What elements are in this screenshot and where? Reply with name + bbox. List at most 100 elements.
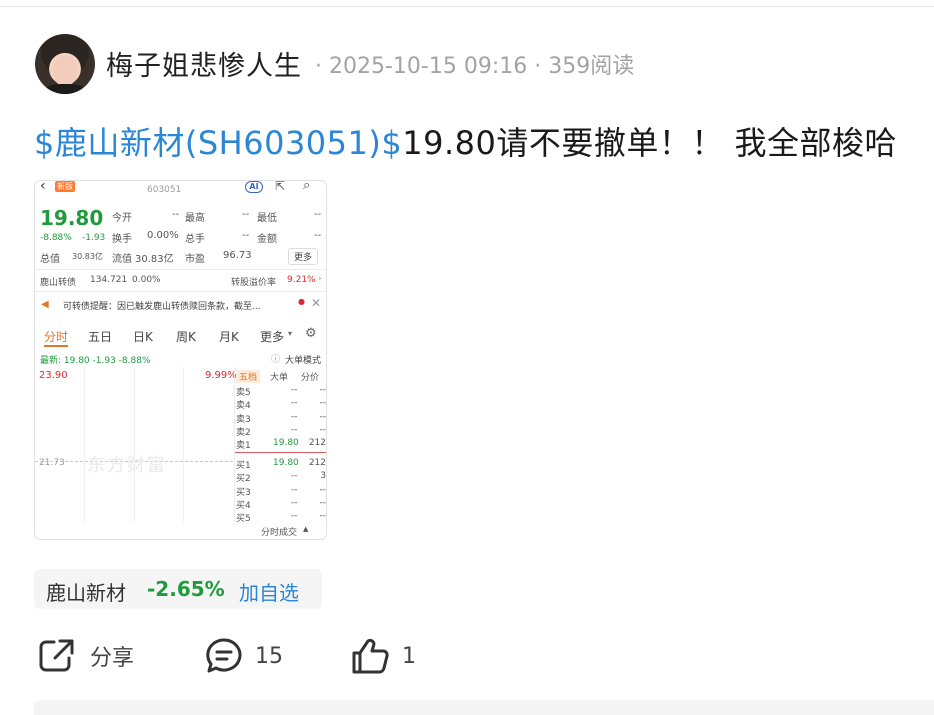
author-name[interactable]: 梅子姐悲惨人生 xyxy=(106,44,302,83)
quote-price: 19.80 xyxy=(40,206,104,230)
limit-up-pct: 9.99% xyxy=(205,370,237,381)
tab-daily-k: 日K xyxy=(133,330,153,344)
ai-icon: AI xyxy=(245,181,263,193)
total-hand-value: -- xyxy=(242,230,250,241)
ask-row: 卖1 19.80 212 xyxy=(235,438,326,451)
like-button[interactable]: 1 xyxy=(350,636,416,676)
avatar-shirt xyxy=(43,84,87,94)
avatar-face xyxy=(53,56,77,86)
bond-name: 鹿山转债 xyxy=(40,278,77,288)
bid-row: 买1 19.80 212 xyxy=(235,458,326,471)
quote-change-amt: -1.93 xyxy=(82,233,106,243)
bid-volume: -- xyxy=(319,511,327,522)
orderbook-divider xyxy=(235,452,326,453)
tab-monthly-k: 月K xyxy=(219,330,239,344)
bid-price: -- xyxy=(291,484,298,495)
chart-gridline xyxy=(84,367,85,522)
share-icon: ⇱ xyxy=(275,180,286,193)
premium-value: 9.21% xyxy=(287,275,316,285)
ask-row: 卖4 -- -- xyxy=(235,398,327,412)
high-value: -- xyxy=(242,209,250,220)
bid-label: 买3 xyxy=(236,487,251,498)
bid-price: -- xyxy=(291,511,298,522)
quote-screenshot-image[interactable]: ‹ 新版 603051 AI ⇱ ⌕ 19.80 -8.88% -1.93 今开… xyxy=(34,180,327,540)
notice-dot-icon: ● xyxy=(298,297,305,306)
like-count: 1 xyxy=(402,643,416,669)
share-label: 分享 xyxy=(90,646,135,671)
stock-chip-pct: -2.65% xyxy=(147,577,225,601)
add-watchlist-button[interactable]: 加自选 xyxy=(239,577,299,606)
amount-value: -- xyxy=(314,230,322,241)
comment-button[interactable]: 15 xyxy=(205,636,283,676)
low-label: 最低 xyxy=(257,213,277,224)
ask-volume: -- xyxy=(319,411,327,422)
bid-label: 买1 xyxy=(236,461,251,471)
share-button[interactable]: 分享 xyxy=(38,636,134,676)
settings-gear-icon: ⚙ xyxy=(305,326,317,341)
open-value: -- xyxy=(172,209,180,220)
ask-volume: 212 xyxy=(308,438,326,449)
bid-price: 19.80 xyxy=(273,458,299,468)
caret-up-icon: ▲ xyxy=(303,525,309,533)
bid-label: 买5 xyxy=(236,514,251,525)
chart-gridline xyxy=(183,367,184,522)
bid-label: 买4 xyxy=(236,500,251,511)
pe-label: 市盈 xyxy=(185,254,205,265)
help-icon: ⓘ xyxy=(271,355,281,365)
bid-label: 买2 xyxy=(236,474,251,485)
post-meta: · 2025-10-15 09:16 · 359阅读 xyxy=(315,54,635,79)
share-icon xyxy=(39,639,74,672)
ask-price: -- xyxy=(291,411,298,422)
turnover-value: 0.00% xyxy=(147,230,179,241)
dropdown-icon: ▾ xyxy=(288,329,293,338)
latest-quote-line: 最新: 19.80 -1.93 -8.88% xyxy=(40,356,151,366)
avatar[interactable] xyxy=(35,34,95,94)
mktcap-label: 总值 xyxy=(40,254,60,265)
tab-intraday: 分时 xyxy=(44,330,69,344)
quote-more-button: 更多 xyxy=(288,248,319,265)
ask-price: 19.80 xyxy=(273,438,299,449)
total-hand-label: 总手 xyxy=(185,234,205,245)
ask-label: 卖4 xyxy=(236,401,251,412)
mktcap-value: 30.83亿 xyxy=(72,252,103,261)
ask-row: 卖5 -- -- xyxy=(235,385,326,398)
ask-label: 卖3 xyxy=(236,414,251,425)
orderbook-tab-big: 大单 xyxy=(270,373,289,383)
comment-icon xyxy=(206,638,242,673)
stock-tag-link[interactable]: $鹿山新材(SH603051)$ xyxy=(34,124,402,162)
intraday-chart xyxy=(35,367,233,522)
bid-volume: 3 xyxy=(320,471,326,482)
bid-row: 买4 -- -- xyxy=(235,497,327,511)
post-text: 19.80请不要撤单！！ 我全部梭哈 xyxy=(402,124,898,162)
top-divider xyxy=(0,6,934,7)
next-post-preview xyxy=(34,700,934,715)
ask-label: 卖2 xyxy=(236,427,251,438)
premium-label: 转股溢价率 xyxy=(231,278,277,288)
bond-price: 134.721 xyxy=(90,275,128,285)
comment-count: 15 xyxy=(255,643,283,669)
thumbs-up-icon xyxy=(352,638,389,674)
close-icon: ✕ xyxy=(311,296,322,310)
low-value: -- xyxy=(314,209,322,220)
notice-text: 可转债提醒：因已触发鹿山转债赎回条款，截至... xyxy=(63,302,261,312)
limit-up-price: 23.90 xyxy=(39,370,68,381)
stock-code: 603051 xyxy=(147,185,182,195)
high-label: 最高 xyxy=(185,213,205,224)
stock-chip[interactable]: 鹿山新材 -2.65% 加自选 xyxy=(34,569,322,609)
chevron-right-icon: › xyxy=(318,274,322,284)
ask-price: -- xyxy=(291,398,298,409)
active-tab-indicator xyxy=(44,345,68,347)
search-icon: ⌕ xyxy=(303,180,311,193)
ask-price: -- xyxy=(291,385,298,395)
ask-volume: -- xyxy=(319,398,327,409)
stock-chip-name[interactable]: 鹿山新材 xyxy=(46,577,126,606)
bid-volume: -- xyxy=(319,497,327,508)
pe-value: 96.73 xyxy=(223,250,252,261)
bid-price: -- xyxy=(291,471,298,482)
orderbook-tab-price: 分价 xyxy=(301,373,320,383)
orderbook-tab-five: 五档 xyxy=(236,370,261,383)
bid-row: 买3 -- -- xyxy=(235,484,326,498)
bid-volume: 212 xyxy=(308,458,326,468)
ask-label: 卖5 xyxy=(236,388,251,398)
ask-volume: -- xyxy=(319,424,327,435)
